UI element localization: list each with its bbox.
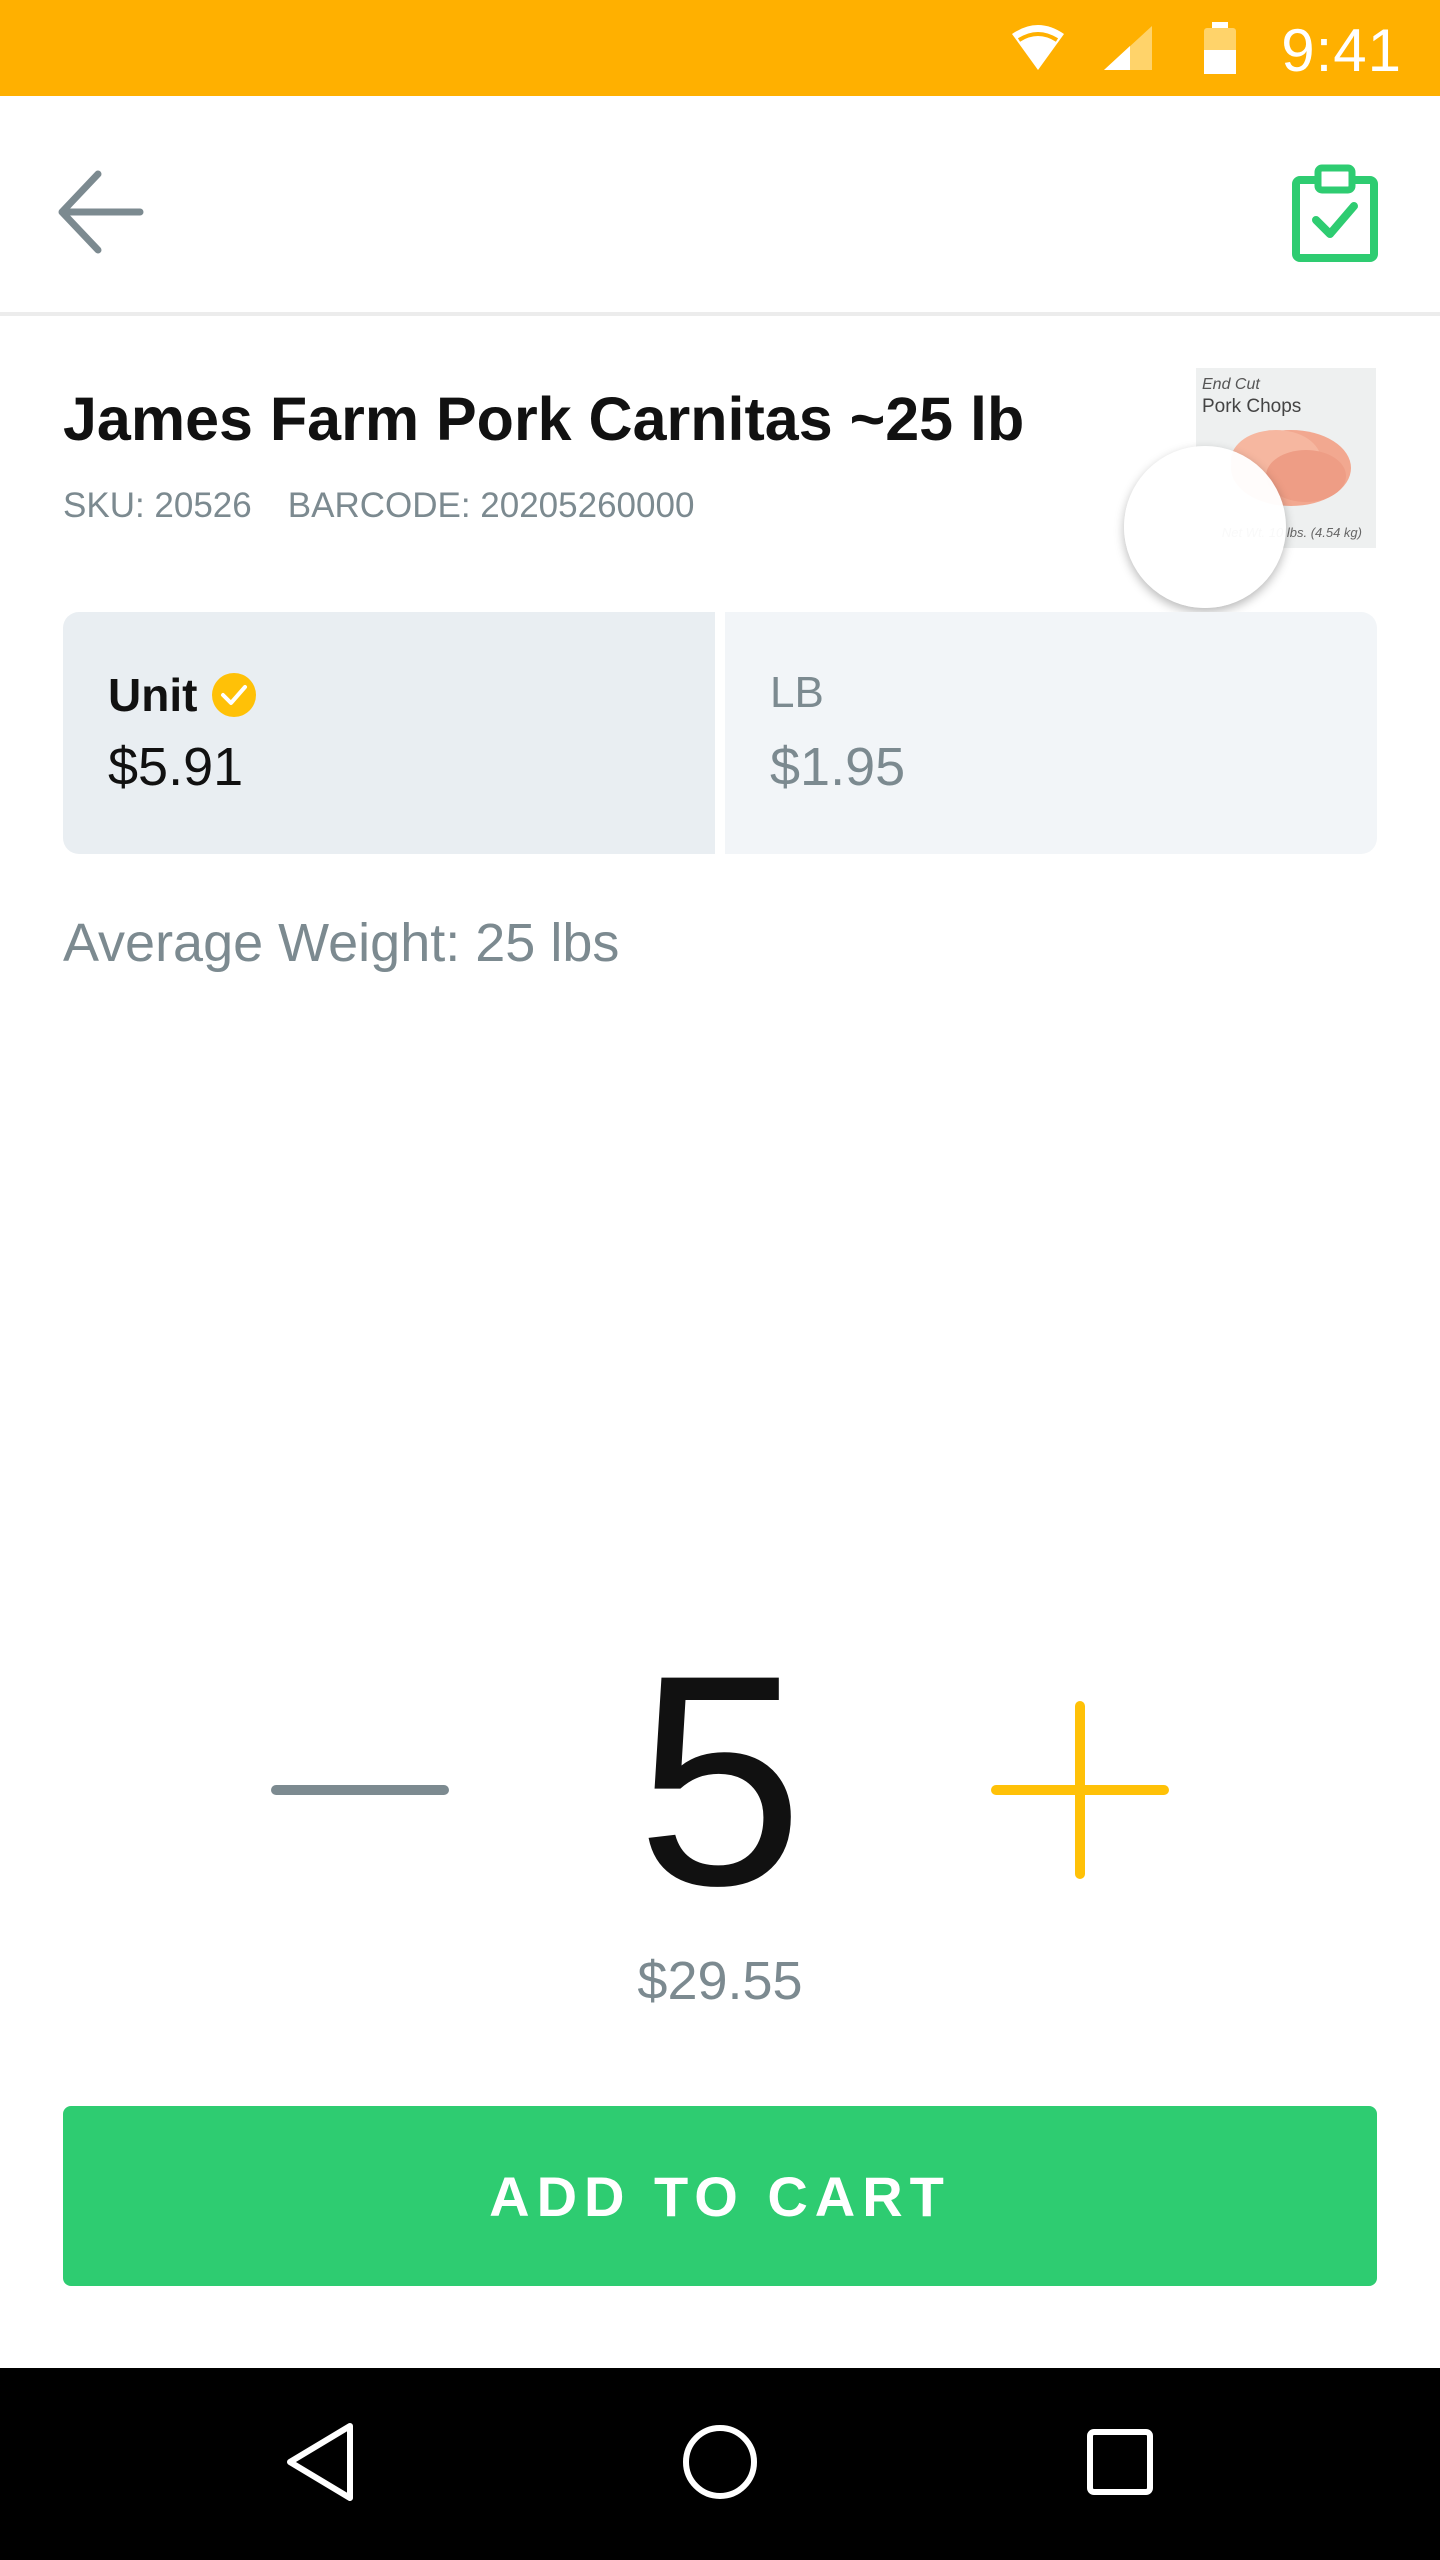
average-weight: Average Weight: 25 lbs (63, 913, 620, 973)
check-circle-icon (212, 673, 257, 717)
price-options: Unit $5.91 LB $1.95 (63, 612, 1377, 854)
minus-icon[interactable] (270, 1740, 450, 1840)
battery-icon (1204, 22, 1236, 74)
plus-icon[interactable] (990, 1700, 1170, 1880)
arrow-left-icon[interactable] (50, 162, 150, 262)
product-title: James Farm Pork Carnitas ~25 lb (63, 385, 1025, 453)
lb-label: LB (770, 668, 824, 717)
quantity-value: 5 (636, 1612, 804, 1948)
app-bar (0, 96, 1440, 316)
sku-text: SKU: 20526 (63, 486, 252, 525)
recents-square-icon[interactable] (1080, 2420, 1160, 2504)
clipboard-check-icon[interactable] (1290, 162, 1380, 262)
unit-price: $5.91 (108, 737, 244, 797)
barcode-text: BARCODE: 20205260000 (287, 486, 695, 525)
price-option-unit[interactable]: Unit $5.91 (63, 612, 715, 854)
price-option-lb[interactable]: LB $1.95 (725, 612, 1377, 854)
unit-label: Unit (108, 669, 198, 721)
system-nav-bar (0, 2368, 1440, 2560)
add-to-cart-button[interactable]: ADD TO CART (63, 2106, 1377, 2286)
status-time: 9:41 (1281, 17, 1402, 84)
status-bar: 9:41 (0, 0, 1440, 96)
signal-icon (1104, 26, 1152, 70)
thumb-text-1: End Cut (1202, 376, 1260, 393)
product-meta: SKU: 20526 BARCODE: 20205260000 (63, 486, 694, 526)
total-price: $29.55 (637, 1951, 803, 2011)
price-option-label: Unit (108, 668, 257, 722)
back-triangle-icon[interactable] (280, 2420, 360, 2504)
touch-indicator (1124, 446, 1286, 608)
thumb-text-2: Pork Chops (1202, 396, 1302, 417)
add-to-cart-label: ADD TO CART (489, 2164, 951, 2228)
wifi-icon (1012, 25, 1064, 70)
lb-price: $1.95 (770, 737, 906, 797)
home-circle-icon[interactable] (678, 2420, 762, 2504)
